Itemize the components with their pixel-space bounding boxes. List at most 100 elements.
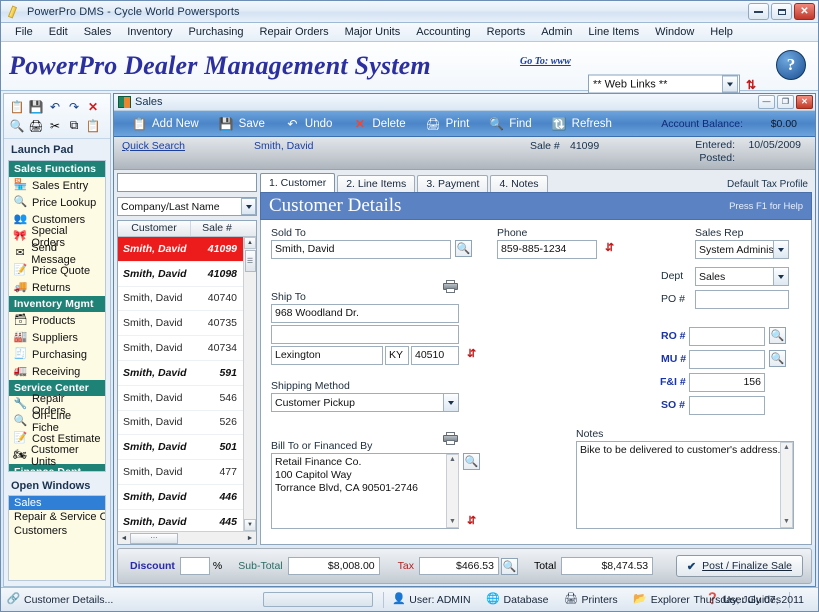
menu-major-units[interactable]: Major Units — [337, 24, 409, 40]
column-header-sale[interactable]: Sale # — [191, 221, 243, 236]
scroll-up-icon[interactable]: ▲ — [244, 237, 256, 249]
menu-help[interactable]: Help — [702, 24, 741, 40]
notes-textarea[interactable]: Bike to be delivered to customer's addre… — [576, 441, 794, 529]
undo-icon[interactable]: ↶ — [46, 98, 64, 115]
sidebar-item-price-lookup[interactable]: 🔍Price Lookup — [9, 194, 105, 211]
tab-line-items[interactable]: 2. Line Items — [337, 175, 415, 192]
chevron-down-icon[interactable] — [773, 268, 788, 285]
hscroll-thumb[interactable]: ⋯ — [130, 533, 178, 544]
minimize-button[interactable] — [748, 3, 769, 20]
print-button[interactable]: 🖨Print — [416, 115, 480, 133]
dept-dropdown[interactable]: Sales — [695, 267, 789, 286]
sold-to-lookup-icon[interactable]: 🔍 — [455, 240, 472, 257]
table-row[interactable]: Smith, David41098 — [118, 262, 243, 287]
shipping-method-dropdown[interactable]: Customer Pickup — [271, 393, 459, 412]
copy-icon[interactable]: ⧉ — [65, 117, 83, 134]
menu-window[interactable]: Window — [647, 24, 702, 40]
table-row[interactable]: Smith, David477 — [118, 460, 243, 485]
print-icon[interactable]: 🖨 — [27, 117, 45, 134]
ship-to-address2-field[interactable] — [271, 325, 459, 344]
sidebar-item-online-fiche[interactable]: 🔍On-Line Fiche — [9, 413, 105, 430]
sales-minimize-button[interactable]: — — [758, 95, 775, 109]
undo-button[interactable]: ↶Undo — [275, 115, 343, 133]
table-row[interactable]: Smith, David546 — [118, 386, 243, 411]
sidebar-item-customer-units[interactable]: 🏍Customer Units — [9, 447, 105, 464]
ship-to-sync-icon[interactable]: ⇵ — [467, 349, 476, 360]
save-icon[interactable]: 💾 — [27, 98, 45, 115]
bill-to-textarea[interactable]: Retail Finance Co. 100 Capitol Way Torra… — [271, 453, 459, 529]
menu-sales[interactable]: Sales — [76, 24, 120, 40]
table-row[interactable]: Smith, David40734 — [118, 336, 243, 361]
table-row[interactable]: Smith, David446 — [118, 485, 243, 510]
table-row[interactable]: Smith, David591 — [118, 361, 243, 386]
so-field[interactable] — [689, 396, 765, 415]
go-to-www-link[interactable]: Go To: www — [520, 56, 571, 67]
post-finalize-sale-button[interactable]: ✔ Post / Finalize Sale — [676, 555, 803, 577]
sidebar-item-returns[interactable]: 🚚Returns — [9, 279, 105, 296]
table-row[interactable]: Smith, David41099 — [118, 237, 243, 262]
delete-icon[interactable]: ✕ — [84, 98, 102, 115]
refresh-icon[interactable]: ⇅ — [746, 78, 756, 92]
open-window-customers[interactable]: Customers — [9, 524, 105, 538]
open-window-sales[interactable]: Sales — [9, 496, 105, 510]
add-new-button[interactable]: 📋Add New — [122, 115, 209, 133]
filter-dropdown[interactable]: Company/Last Name — [117, 197, 257, 216]
ship-to-address1-field[interactable]: 968 Woodland Dr. — [271, 304, 459, 323]
new-document-icon[interactable]: 📋 — [8, 98, 26, 115]
sidebar-item-send-message[interactable]: ✉Send Message — [9, 245, 105, 262]
web-links-dropdown[interactable]: ** Web Links ** — [588, 75, 740, 94]
maximize-button[interactable] — [771, 3, 792, 20]
quick-search-link[interactable]: Quick Search — [122, 140, 185, 152]
discount-field[interactable] — [180, 557, 210, 575]
chevron-down-icon[interactable] — [722, 76, 738, 93]
scroll-up-icon[interactable]: ▲ — [783, 443, 790, 453]
chevron-down-icon[interactable] — [773, 241, 788, 258]
help-button[interactable]: ? — [776, 50, 806, 80]
table-row[interactable]: Smith, David445 — [118, 510, 243, 531]
notes-scrollbar[interactable]: ▲▼ — [780, 442, 793, 528]
table-row[interactable]: Smith, David40735 — [118, 311, 243, 336]
ro-field[interactable] — [689, 327, 765, 346]
open-window-repair[interactable]: Repair & Service Orde — [9, 510, 105, 524]
table-row[interactable]: Smith, David501 — [118, 435, 243, 460]
column-header-customer[interactable]: Customer — [118, 221, 191, 236]
menu-file[interactable]: File — [7, 24, 41, 40]
menu-repair-orders[interactable]: Repair Orders — [252, 24, 337, 40]
menu-accounting[interactable]: Accounting — [408, 24, 478, 40]
close-button[interactable]: ✕ — [794, 3, 815, 20]
grid-horizontal-scrollbar[interactable]: ◄ ⋯ ► — [118, 531, 256, 544]
scroll-left-icon[interactable]: ◄ — [118, 532, 130, 544]
phone-sync-icon[interactable]: ⇵ — [605, 243, 614, 254]
po-field[interactable] — [695, 290, 789, 309]
sidebar-item-sales-entry[interactable]: 🏪Sales Entry — [9, 177, 105, 194]
scroll-down-icon[interactable]: ▼ — [244, 519, 256, 531]
ship-to-zip-field[interactable]: 40510 — [411, 346, 459, 365]
scroll-thumb[interactable]: ☰ — [245, 250, 256, 272]
bill-to-lookup-icon[interactable]: 🔍 — [463, 453, 480, 470]
tab-customer[interactable]: 1. Customer — [260, 173, 335, 192]
fi-field[interactable]: 156 — [689, 373, 765, 392]
grid-vertical-scrollbar[interactable]: ▲ ☰ ▼ — [243, 237, 256, 531]
bill-to-sync-icon[interactable]: ⇵ — [467, 516, 476, 527]
paste-icon[interactable]: 📋 — [84, 117, 102, 134]
menu-inventory[interactable]: Inventory — [119, 24, 180, 40]
tab-notes[interactable]: 4. Notes — [490, 175, 547, 192]
sidebar-item-receiving[interactable]: 🚛Receiving — [9, 363, 105, 380]
search-icon[interactable]: 🔍 — [8, 117, 26, 134]
status-explorer[interactable]: 📂Explorer — [626, 591, 698, 609]
mu-field[interactable] — [689, 350, 765, 369]
table-row[interactable]: Smith, David40740 — [118, 287, 243, 312]
status-database[interactable]: 🌐Database — [479, 591, 557, 609]
scroll-down-icon[interactable]: ▼ — [783, 517, 790, 527]
ro-lookup-icon[interactable]: 🔍 — [769, 327, 786, 344]
chevron-down-icon[interactable] — [443, 394, 458, 411]
ship-to-city-field[interactable]: Lexington — [271, 346, 383, 365]
chevron-down-icon[interactable] — [241, 198, 256, 215]
sold-to-field[interactable]: Smith, David — [271, 240, 451, 259]
bill-to-print-icon[interactable] — [443, 432, 458, 445]
menu-admin[interactable]: Admin — [533, 24, 580, 40]
bill-to-scrollbar[interactable]: ▲▼ — [446, 454, 459, 528]
ship-to-state-field[interactable]: KY — [385, 346, 409, 365]
redo-icon[interactable]: ↷ — [65, 98, 83, 115]
table-row[interactable]: Smith, David526 — [118, 411, 243, 436]
